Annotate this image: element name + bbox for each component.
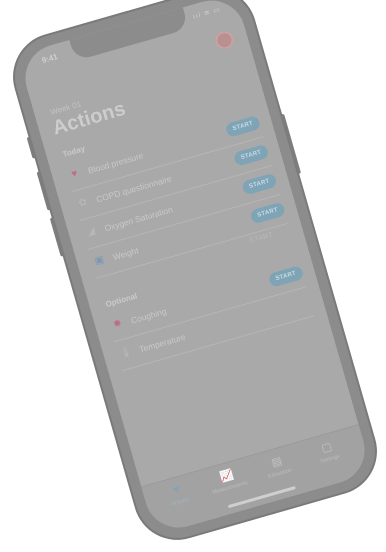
heart-icon: ♥: [70, 168, 79, 181]
tab-1[interactable]: 📈 Measurements: [201, 463, 255, 498]
tab-0[interactable]: ♥ Actions: [151, 477, 205, 512]
start-button[interactable]: START: [267, 264, 305, 288]
home-indicator: [227, 486, 296, 509]
thermometer-icon: 🌡: [118, 345, 134, 360]
volume-up-button: [36, 171, 52, 211]
tab-bar: ♥ Actions 📈 Measurements ▤ Education ▢ Settings: [141, 424, 373, 536]
status-icons: ııl ≋ ▭: [192, 6, 222, 21]
tab-3[interactable]: ▢ Settings: [301, 434, 355, 469]
section-today: Today: [61, 144, 87, 160]
avatar[interactable]: [213, 29, 236, 52]
chart-icon: ◢: [85, 225, 97, 239]
notch: [69, 7, 189, 62]
today-item-label: Weight: [111, 245, 140, 263]
scale-icon: ▣: [93, 254, 106, 268]
stage: 9:41 ııl ≋ ▭ Week 01 Actions Today ♥ Bloo…: [0, 0, 386, 552]
today-item-label: Blood pressure: [86, 150, 145, 176]
phone-mockup: 9:41 ııl ≋ ▭ Week 01 Actions Today ♥ Bloo…: [5, 0, 385, 548]
status-time: 9:41: [40, 52, 59, 66]
optional-item-label: Temperature: [138, 331, 187, 355]
mute-switch: [26, 136, 37, 159]
volume-down-button: [49, 217, 65, 257]
start-button[interactable]: START: [241, 172, 278, 196]
start-button[interactable]: START: [232, 143, 270, 167]
lungs-icon: ✿: [77, 196, 89, 210]
start-button[interactable]: START: [224, 115, 262, 138]
start-button[interactable]: START: [249, 201, 287, 225]
phone-screen: 9:41 ııl ≋ ▭ Week 01 Actions Today ♥ Bloo…: [17, 0, 373, 536]
optional-item-label: Coughing: [129, 305, 168, 326]
virus-icon: ✹: [112, 317, 124, 331]
tab-2[interactable]: ▤ Education: [251, 449, 305, 484]
